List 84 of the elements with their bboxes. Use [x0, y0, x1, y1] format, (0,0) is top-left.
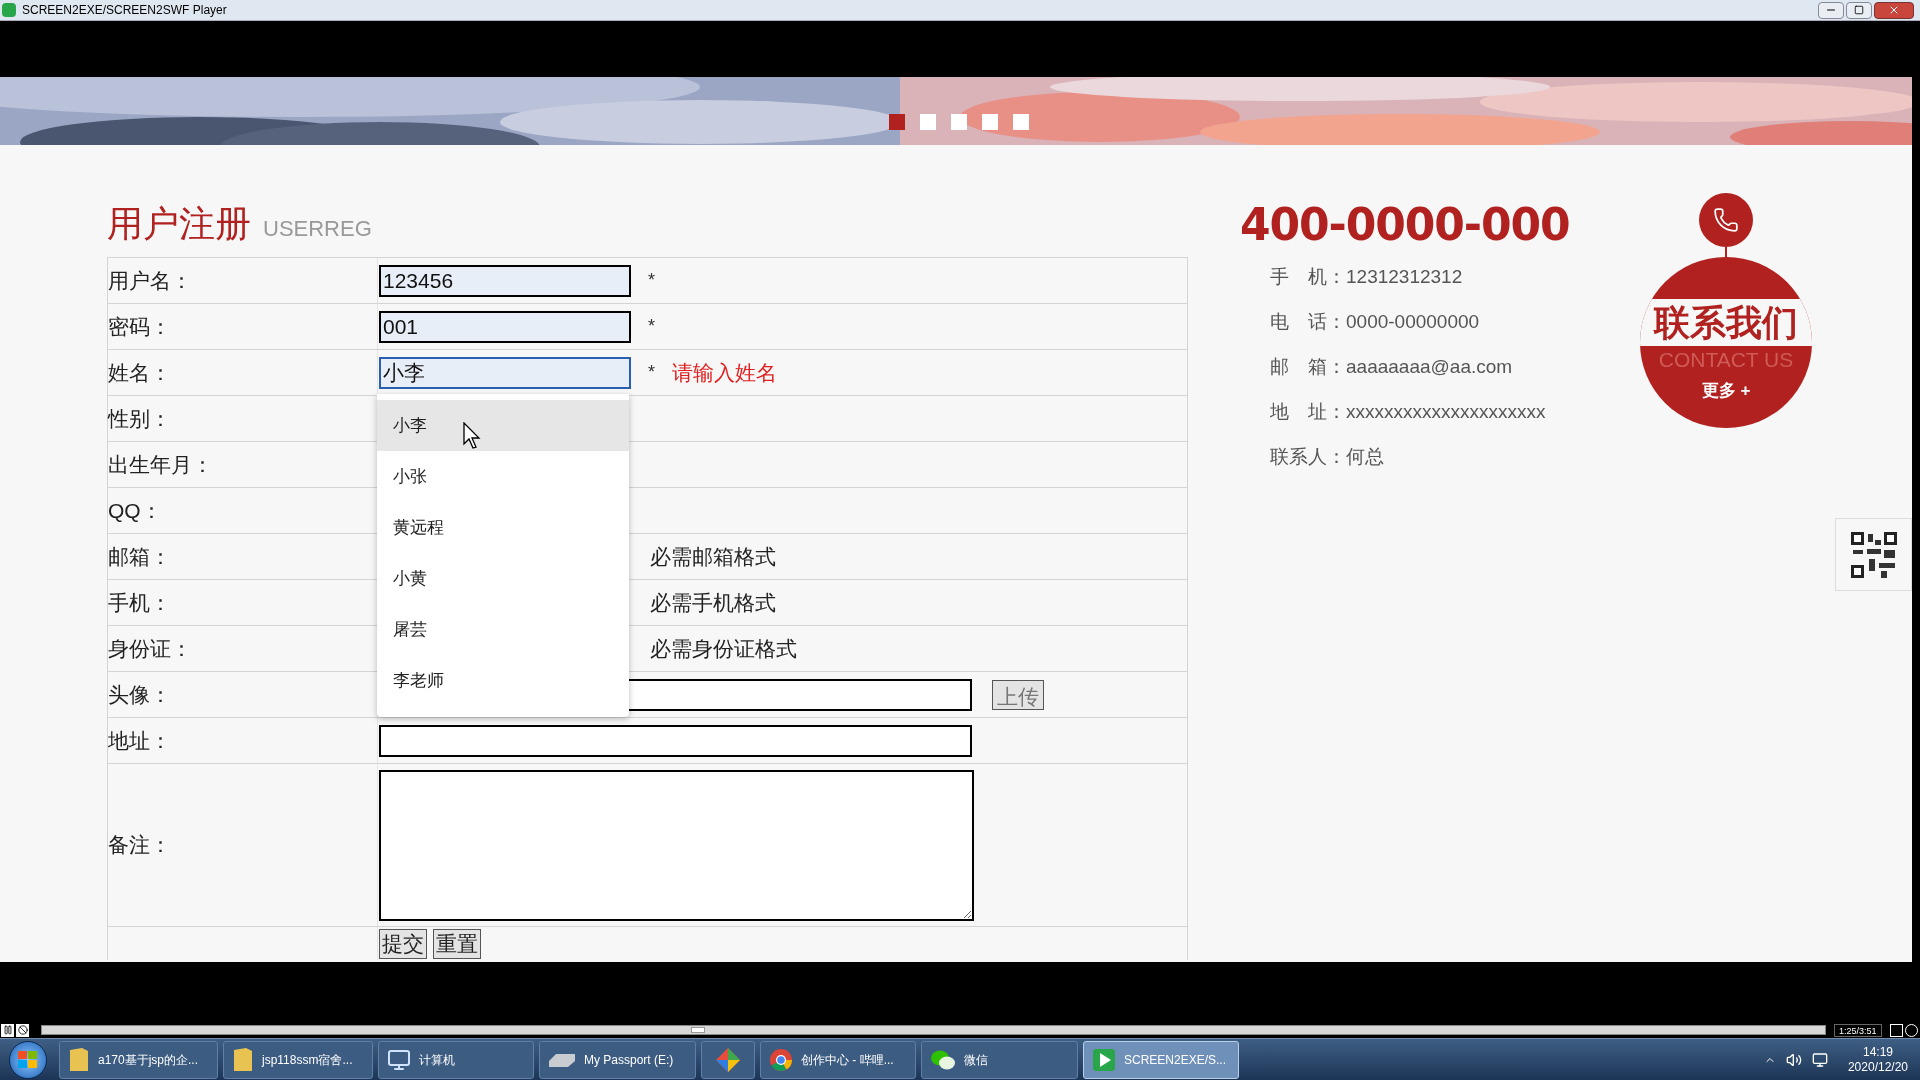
maximize-button[interactable]	[1846, 1, 1872, 19]
pause-icon	[2, 1025, 13, 1035]
suggestion-item[interactable]: 李老师	[377, 655, 629, 706]
taskbar-item[interactable]: 计算机	[378, 1040, 534, 1079]
required-mark: *	[648, 361, 655, 384]
stop-button[interactable]	[16, 1023, 29, 1037]
notes-field[interactable]	[379, 769, 974, 921]
taskbar-item[interactable]: jsp118ssm宿舍...	[223, 1040, 373, 1079]
drive-icon	[548, 1051, 576, 1068]
close-button[interactable]	[1874, 1, 1914, 19]
pause-button[interactable]	[1, 1023, 14, 1037]
fullscreen-icon	[1889, 1023, 1903, 1037]
upload-button[interactable]: 上传	[992, 679, 1044, 710]
taskbar-item[interactable]: My Passport (E:)	[539, 1040, 696, 1079]
field-label: 出生年月：	[108, 451, 213, 478]
field-label: 手机：	[108, 589, 171, 616]
contact-detail: 地 址：xxxxxxxxxxxxxxxxxxxxx	[1270, 400, 1547, 424]
field-label: 身份证：	[108, 635, 192, 662]
taskbar-item[interactable]	[701, 1040, 755, 1079]
contact-detail: 电 话：0000-00000000	[1270, 310, 1481, 334]
hotline-number: 400-0000-000	[1240, 200, 1571, 250]
stop-icon	[17, 1025, 28, 1035]
suggestion-item[interactable]: 黄远程	[377, 502, 629, 553]
computer-icon	[387, 1047, 411, 1072]
field-label: 头像：	[108, 681, 171, 708]
page-subtitle: USERREG	[263, 215, 372, 243]
contact-detail: 手 机：12312312312	[1270, 265, 1464, 289]
contact-badge[interactable]: 联系我们 CONTACT US 更多 +	[1640, 257, 1812, 428]
suggestion-item[interactable]: 小黄	[377, 553, 629, 604]
chrome-icon	[769, 1047, 793, 1072]
seek-thumb[interactable]	[691, 1027, 706, 1033]
maximize-icon	[1854, 5, 1864, 15]
mouse-cursor-icon	[463, 422, 481, 450]
clock-date: 2020/12/20	[1847, 1059, 1908, 1075]
app-icon	[2, 3, 16, 17]
window-title: SCREEN2EXE/SCREEN2SWF Player	[22, 2, 227, 19]
format-hint: 必需邮箱格式	[650, 543, 776, 570]
volume-icon[interactable]	[1785, 1051, 1802, 1068]
taskbar-item[interactable]: a170基于jsp的企...	[59, 1040, 218, 1079]
text-field[interactable]: 001	[379, 310, 631, 343]
required-mark: *	[648, 315, 655, 338]
chat-icon	[930, 1048, 956, 1071]
windows-logo-icon	[18, 1050, 38, 1069]
page-title: 用户注册	[107, 203, 251, 245]
suggestion-item[interactable]: 小张	[377, 451, 629, 502]
text-field[interactable]: 小李	[379, 356, 631, 389]
field-label: 用户名：	[108, 267, 192, 294]
start-button[interactable]	[9, 1040, 47, 1079]
suggestion-item[interactable]: 屠芸	[377, 604, 629, 655]
contact-detail: 邮 箱：aaaaaaaa@aa.com	[1270, 355, 1514, 379]
field-label: 姓名：	[108, 359, 171, 386]
badge-heading: 联系我们	[1640, 299, 1812, 346]
folder-icon	[232, 1046, 254, 1073]
form-button[interactable]: 提交	[379, 928, 427, 959]
qr-code-icon	[1850, 531, 1897, 578]
taskbar-item[interactable]: 微信	[921, 1040, 1078, 1079]
close-icon	[1888, 4, 1900, 16]
diamond-icon	[715, 1046, 741, 1073]
field-label: 性别：	[108, 405, 171, 432]
badge-subheading: CONTACT US	[1658, 348, 1794, 372]
field-label: 邮箱：	[108, 543, 171, 570]
player-icon	[1092, 1047, 1116, 1072]
format-hint: 必需手机格式	[650, 589, 776, 616]
phone-icon	[1713, 207, 1739, 233]
minimize-button[interactable]	[1818, 1, 1844, 19]
field-label: 密码：	[108, 313, 171, 340]
clock-time: 14:19	[1862, 1044, 1893, 1060]
form-button[interactable]: 重置	[433, 928, 481, 959]
error-message: 请输入姓名	[672, 359, 777, 386]
playback-time: 1:25/3:51	[1834, 1023, 1882, 1037]
text-field[interactable]: 123456	[379, 264, 631, 297]
format-hint: 必需身份证格式	[650, 635, 797, 662]
field-label: QQ：	[108, 497, 162, 524]
qr-code-panel[interactable]	[1835, 518, 1912, 591]
more-link[interactable]: 更多 +	[1701, 378, 1751, 404]
suggestion-item[interactable]: 小李	[377, 400, 629, 451]
address-field[interactable]	[379, 724, 972, 757]
contact-detail: 联系人：何总	[1270, 445, 1385, 469]
taskbar-item[interactable]: 创作中心 - 哔哩...	[760, 1040, 916, 1079]
folder-icon	[68, 1046, 90, 1073]
field-label: 地址：	[108, 727, 171, 754]
field-label: 备注：	[108, 832, 171, 859]
network-icon[interactable]	[1811, 1051, 1828, 1068]
required-mark: *	[648, 269, 655, 292]
